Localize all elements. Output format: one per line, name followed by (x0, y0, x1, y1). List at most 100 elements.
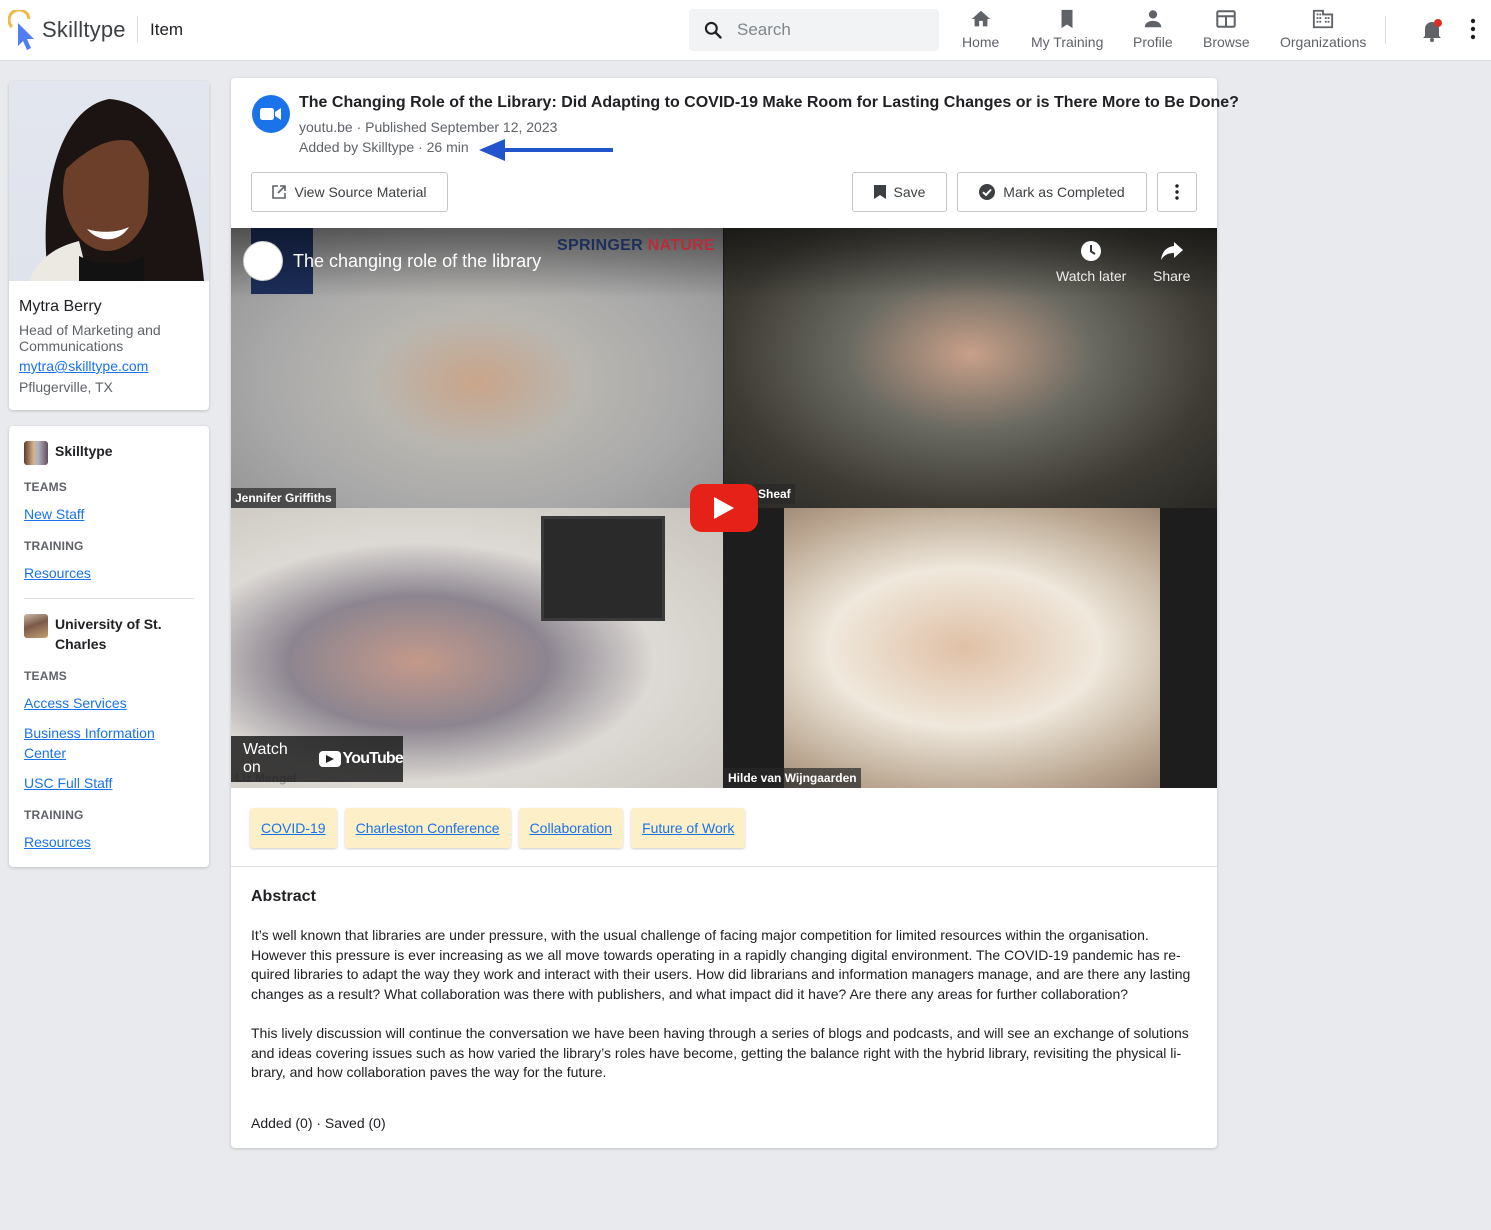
tag-future-of-work[interactable]: Future of Work (631, 808, 746, 848)
participant-name: Hilde van Wijngaarden (724, 768, 861, 788)
browse-icon (1216, 10, 1237, 28)
dark-edge (724, 508, 784, 788)
team-link-business-information-center[interactable]: Business Information Center (24, 723, 184, 763)
team-link-usc-full-staff[interactable]: USC Full Staff (24, 773, 184, 793)
picture-frame (541, 516, 665, 621)
play-icon (714, 497, 734, 519)
video-tile: Hilde van Wijngaarden (724, 508, 1160, 788)
video-tile (1160, 508, 1217, 788)
share-label: Share (1153, 268, 1191, 284)
view-source-material-label: View Source Material (294, 184, 427, 200)
play-button[interactable] (690, 484, 758, 532)
section-divider (231, 866, 1217, 867)
more-vert-icon (1470, 18, 1476, 40)
share-arrow-icon (1160, 242, 1183, 260)
home-icon (971, 10, 990, 27)
bell-icon (1423, 19, 1442, 42)
more-vert-icon (1175, 184, 1179, 200)
profile-photo (29, 99, 205, 281)
search-icon (704, 21, 722, 39)
nav-divider (1385, 16, 1386, 44)
item-more-options-button[interactable] (1157, 172, 1197, 212)
organizations-card: Skilltype TEAMS New Staff TRAINING Resou… (9, 426, 209, 867)
nav-home[interactable]: Home (962, 8, 999, 50)
nav-browse[interactable]: Browse (1203, 8, 1250, 50)
org-university-of-st-charles[interactable]: University of St. Charles (24, 614, 175, 654)
nav-my-training[interactable]: My Training (1031, 8, 1103, 50)
teams-heading: TEAMS (24, 480, 67, 494)
search-box[interactable] (689, 9, 939, 51)
nav-organizations[interactable]: Organizations (1280, 8, 1366, 50)
profile-name: Mytra Berry (19, 298, 102, 315)
brand-name: Skilltype (42, 17, 126, 42)
abstract-heading: Abstract (251, 888, 316, 905)
watch-on-label: Watch on (243, 741, 288, 776)
nav-browse-label: Browse (1203, 34, 1250, 50)
profile-card: Mytra Berry Head of Marketing and Commun… (9, 81, 209, 410)
mark-as-completed-button[interactable]: Mark as Completed (957, 172, 1147, 212)
bookmark-icon (1061, 9, 1073, 29)
channel-avatar[interactable] (243, 241, 283, 281)
search-input[interactable] (737, 20, 917, 40)
teams-heading: TEAMS (24, 669, 67, 683)
header-divider (137, 16, 138, 42)
springer-nature-watermark: SPRINGER NATURE (557, 237, 715, 255)
youtube-logo: YouTube (318, 750, 404, 768)
nav-organizations-label: Organizations (1280, 34, 1367, 50)
share-button[interactable]: Share (1153, 240, 1190, 284)
profile-location: Pflugerville, TX (19, 379, 113, 395)
notifications-button[interactable] (1421, 18, 1443, 47)
open-in-new-icon (272, 185, 287, 199)
nav-home-label: Home (962, 34, 1000, 50)
annotation-arrow-icon (479, 139, 613, 161)
tag-covid-19[interactable]: COVID-19 (250, 808, 337, 848)
training-heading: TRAINING (24, 539, 84, 553)
abstract-paragraph: This lively discussion will continue the… (251, 1025, 1189, 1081)
org-divider (24, 598, 194, 599)
item-title: The Changing Role of the Library: Did Ad… (299, 94, 1239, 111)
video-camera-icon (252, 95, 290, 133)
logo-cursor-icon (7, 8, 40, 50)
watermark-nature: NATURE (647, 237, 716, 254)
item-stats: Added (0) · Saved (0) (251, 1115, 386, 1131)
youtube-video-embed[interactable]: Jennifer Griffiths Sheaf Liz Mengel Hild… (231, 228, 1217, 788)
view-source-material-button[interactable]: View Source Material (251, 172, 448, 212)
training-link-resources[interactable]: Resources (24, 563, 184, 583)
watch-later-button[interactable]: Watch later (1056, 240, 1126, 284)
org-skilltype[interactable]: Skilltype (24, 441, 175, 465)
participant-name: Sheaf (754, 484, 795, 504)
tag-list: COVID-19 Charleston Conference Collabora… (250, 808, 746, 848)
participant-name: Jennifer Griffiths (231, 488, 336, 508)
team-link-new-staff[interactable]: New Staff (24, 504, 184, 524)
watch-on-youtube-button[interactable]: Watch on YouTube (231, 736, 404, 782)
youtube-wordmark: YouTube (342, 750, 404, 767)
building-icon (1313, 9, 1334, 29)
profile-email-link[interactable]: mytra@skilltype.com (19, 358, 148, 374)
check-circle-icon (979, 184, 996, 200)
org-name: University of St. Charles (55, 616, 162, 652)
clock-icon (1081, 241, 1102, 261)
save-button[interactable]: Save (852, 172, 947, 212)
watermark-springer: SPRINGER (557, 237, 643, 254)
item-card: The Changing Role of the Library: Did Ad… (231, 78, 1239, 1148)
tag-collaboration[interactable]: Collaboration (518, 808, 624, 848)
org-name: Skilltype (55, 443, 113, 459)
tag-charleston-conference[interactable]: Charleston Conference (344, 808, 511, 848)
mark-as-completed-label: Mark as Completed (1003, 184, 1125, 200)
training-heading: TRAINING (24, 808, 84, 822)
item-source-line: youtu.be · Published September 12, 2023 (299, 119, 558, 135)
training-link-resources[interactable]: Resources (24, 832, 184, 852)
page-title: Item (150, 20, 184, 39)
org-usc-thumbnail (24, 614, 48, 638)
more-options-button[interactable] (1470, 18, 1476, 45)
youtube-play-icon (318, 751, 341, 767)
nav-profile[interactable]: Profile (1133, 8, 1173, 50)
video-title[interactable]: The changing role of the library (293, 251, 541, 272)
person-icon (1144, 10, 1162, 28)
team-link-access-services[interactable]: Access Services (24, 693, 184, 713)
nav-profile-label: Profile (1133, 34, 1173, 50)
nav-my-training-label: My Training (1031, 34, 1104, 50)
skilltype-logo[interactable]: Skilltype (7, 8, 126, 50)
avatar[interactable] (9, 81, 209, 281)
save-label: Save (893, 184, 926, 200)
